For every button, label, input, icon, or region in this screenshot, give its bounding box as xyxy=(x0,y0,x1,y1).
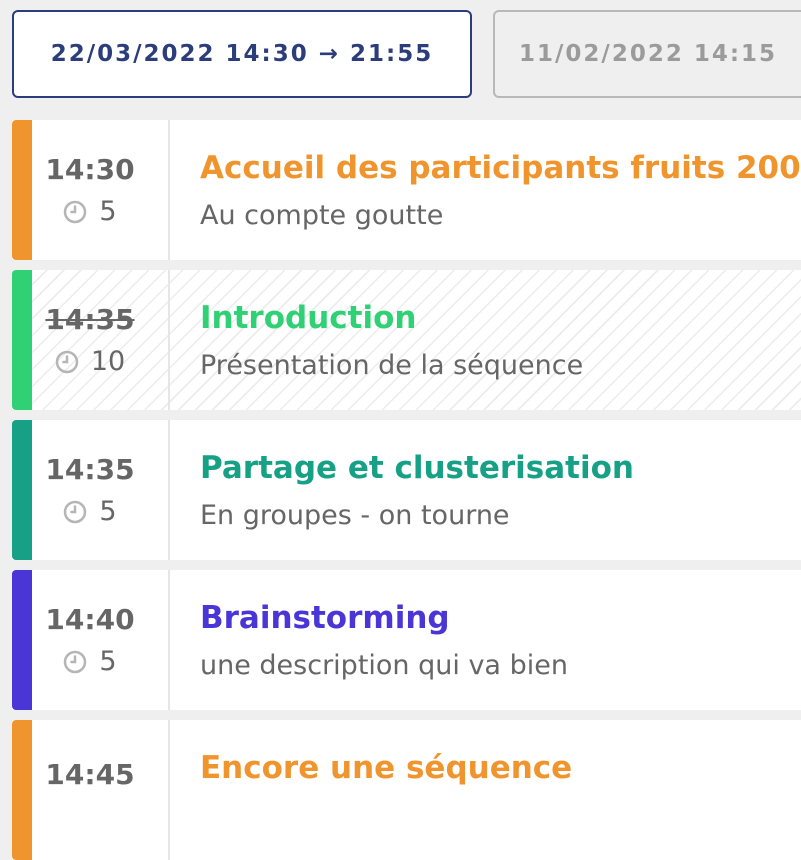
duration-value: 10 xyxy=(90,346,126,377)
sequence-item-partage[interactable]: 14:35 5 Partage et clusterisation En gro… xyxy=(12,420,801,560)
sequence-title: Partage et clusterisation xyxy=(200,450,634,486)
start-time: 14:40 xyxy=(45,603,135,636)
color-bar xyxy=(12,270,32,410)
sequence-content: Brainstorming une description qui va bie… xyxy=(170,570,568,710)
sequence-title: Encore une séquence xyxy=(200,750,573,786)
session-tabs: 22/03/2022 14:30 → 21:55 11/02/2022 14:1… xyxy=(12,10,801,100)
sequence-title: Accueil des participants fruits 2002 xyxy=(200,150,801,186)
duration: 5 xyxy=(63,496,117,527)
sequence-content: Introduction Présentation de la séquence xyxy=(170,270,583,410)
duration: 5 xyxy=(63,646,117,677)
duration-value: 5 xyxy=(99,646,117,677)
color-bar xyxy=(12,420,32,560)
sequence-description: Au compte goutte xyxy=(200,200,444,231)
clock-icon xyxy=(64,650,87,673)
session-tab-active[interactable]: 22/03/2022 14:30 → 21:55 xyxy=(12,10,472,98)
sequence-content: Partage et clusterisation En groupes - o… xyxy=(170,420,634,560)
session-tab[interactable]: 11/02/2022 14:15 xyxy=(493,10,801,98)
time-column: 14:30 5 xyxy=(32,120,170,260)
clock-icon xyxy=(64,200,87,223)
sequence-item-accueil[interactable]: 14:30 5 Accueil des participants fruits … xyxy=(12,120,801,260)
time-column: 14:40 5 xyxy=(32,570,170,710)
clock-icon xyxy=(64,500,87,523)
duration-value: 5 xyxy=(99,196,117,227)
sequence-description: Présentation de la séquence xyxy=(200,350,584,381)
sequence-content: Encore une séquence xyxy=(170,720,572,860)
time-column: 14:35 10 xyxy=(32,270,170,410)
sequence-item-brainstorming[interactable]: 14:40 5 Brainstorming une description qu… xyxy=(12,570,801,710)
start-time: 14:45 xyxy=(45,758,135,791)
start-time-struck: 14:35 xyxy=(45,303,135,336)
duration: 5 xyxy=(63,196,117,227)
sequence-description: une description qui va bien xyxy=(200,650,568,681)
time-column: 14:45 xyxy=(32,720,170,860)
start-time: 14:35 xyxy=(45,453,135,486)
sequence-description: En groupes - on tourne xyxy=(200,500,510,531)
color-bar xyxy=(12,120,32,260)
sequence-content: Accueil des participants fruits 2002 Au … xyxy=(170,120,801,260)
color-bar xyxy=(12,720,32,860)
clock-icon xyxy=(55,350,79,373)
start-time: 14:30 xyxy=(45,153,135,186)
duration: 10 xyxy=(55,346,125,377)
sequence-item-encore[interactable]: 14:45 Encore une séquence xyxy=(12,720,801,860)
sequence-title: Introduction xyxy=(200,300,417,336)
sequence-title: Brainstorming xyxy=(200,600,450,636)
time-column: 14:35 5 xyxy=(32,420,170,560)
duration-value: 5 xyxy=(99,496,117,527)
sequence-item-introduction[interactable]: 14:35 10 Introduction Présentation de la… xyxy=(12,270,801,410)
color-bar xyxy=(12,570,32,710)
